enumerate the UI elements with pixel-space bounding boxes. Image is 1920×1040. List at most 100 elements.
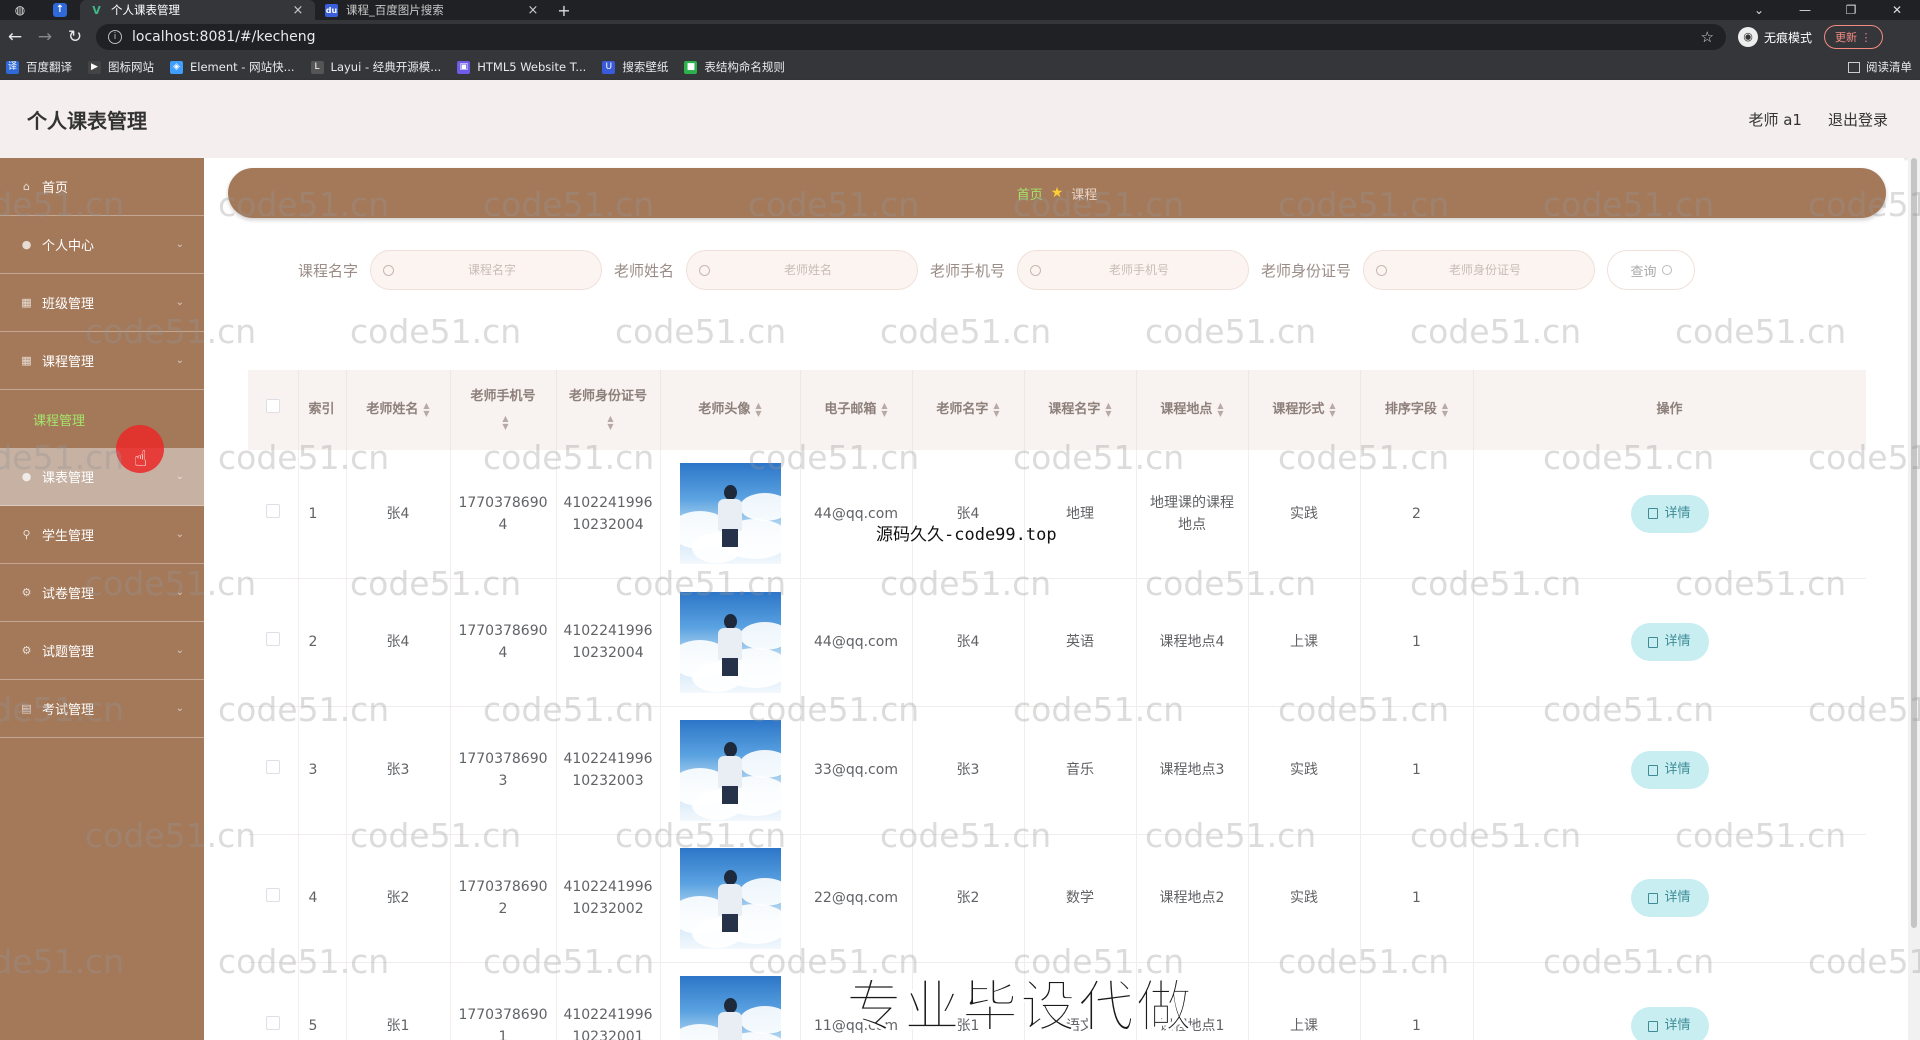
cell-teacher-mingzi: 张4 <box>912 578 1025 706</box>
filter-input[interactable] <box>402 263 583 277</box>
row-checkbox-cell[interactable] <box>248 706 299 834</box>
filter-input[interactable] <box>1049 263 1230 277</box>
update-button[interactable]: 更新 ⋮ <box>1824 25 1883 49</box>
sort-caret-icon[interactable]: ▲ ▼ <box>1105 401 1111 418</box>
reading-list[interactable]: 阅读清单 <box>1848 59 1912 75</box>
breadcrumb-home[interactable]: 首页 <box>1017 184 1043 203</box>
row-checkbox[interactable] <box>265 1016 280 1030</box>
bookmark-item[interactable]: ▣ HTML5 Website T... <box>457 60 586 74</box>
back-icon[interactable]: ← <box>0 22 30 52</box>
filter-input-box[interactable] <box>686 250 919 290</box>
bookmark-item[interactable]: ◈ Element - 网站快... <box>170 59 295 75</box>
sidebar-item[interactable]: ▦ 班级管理 ⌄ <box>0 274 204 332</box>
filter-input-box[interactable] <box>1363 250 1596 290</box>
column-header[interactable]: 课程名字 ▲ ▼ <box>1024 370 1137 450</box>
row-checkbox[interactable] <box>265 760 280 774</box>
sort-caret-icon[interactable]: ▲ ▼ <box>881 401 887 418</box>
browser-tab[interactable]: du 课程_百度图片搜索 × <box>315 0 550 20</box>
sidebar-item-label: 个人中心 <box>42 239 95 254</box>
site-info-icon[interactable]: i <box>108 30 122 44</box>
sort-caret-icon[interactable]: ▲ ▼ <box>1442 401 1448 418</box>
forward-icon[interactable]: → <box>30 22 60 52</box>
sort-caret-icon[interactable]: ▲ ▼ <box>502 414 508 431</box>
filter-label: 老师手机号 <box>930 261 1006 280</box>
filter-input-box[interactable] <box>370 250 603 290</box>
reload-icon[interactable]: ↻ <box>60 22 90 52</box>
cell-index: 1 <box>298 450 347 578</box>
query-button[interactable]: 查询 <box>1607 250 1696 290</box>
close-tab-icon[interactable]: × <box>526 3 540 18</box>
cell-sort: 1 <box>1360 578 1474 706</box>
cell-id-card: 410224199610232004 <box>556 578 661 706</box>
filter-label: 老师姓名 <box>614 261 675 280</box>
tab-search-icon[interactable]: ⌄ <box>1736 3 1782 17</box>
column-header[interactable]: 电子邮箱 ▲ ▼ <box>800 370 913 450</box>
minimize-icon[interactable]: — <box>1782 3 1828 17</box>
detail-button[interactable]: 详情 <box>1630 623 1709 661</box>
sidebar-item[interactable]: ▦ 课程管理 ⌄ <box>0 332 204 390</box>
bookmark-icon: L <box>310 60 324 74</box>
sort-caret-icon[interactable]: ▲ ▼ <box>607 414 613 431</box>
column-header[interactable]: 老师姓名 ▲ ▼ <box>346 370 451 450</box>
column-header[interactable]: 排序字段 ▲ ▼ <box>1360 370 1474 450</box>
sort-caret-icon[interactable]: ▲ ▼ <box>755 401 761 418</box>
logout-link[interactable]: 退出登录 <box>1828 109 1888 130</box>
sort-caret-icon[interactable]: ▲ ▼ <box>993 401 999 418</box>
detail-label: 详情 <box>1664 505 1691 521</box>
sidebar-item[interactable]: ⚙ 试题管理 ⌄ <box>0 622 204 680</box>
bookmark-item[interactable]: 译百度翻译 <box>6 59 72 75</box>
address-bar[interactable]: i localhost:8081/#/kecheng ☆ <box>96 24 1726 50</box>
column-header[interactable]: 老师名字 ▲ ▼ <box>912 370 1025 450</box>
filter-input[interactable] <box>718 263 899 277</box>
column-header[interactable]: 老师头像 ▲ ▼ <box>660 370 801 450</box>
column-header[interactable]: 课程形式 ▲ ▼ <box>1248 370 1361 450</box>
pinned-tab[interactable]: ↑ <box>40 0 80 20</box>
page-scrollbar[interactable] <box>1908 158 1920 1040</box>
filter-input[interactable] <box>1395 263 1576 277</box>
bookmark-item[interactable]: U 搜索壁纸 <box>602 59 668 75</box>
row-checkbox-cell[interactable] <box>248 578 299 706</box>
cell-email-text: 22@qq.com <box>814 890 898 906</box>
close-window-icon[interactable]: ✕ <box>1874 3 1920 17</box>
bookmark-star-icon[interactable]: ☆ <box>1701 28 1714 46</box>
row-checkbox[interactable] <box>265 503 280 518</box>
header-checkbox-cell[interactable] <box>248 370 299 450</box>
bookmark-label: Element - 网站快... <box>190 60 295 74</box>
column-header[interactable]: 课程地点 ▲ ▼ <box>1136 370 1249 450</box>
restore-icon[interactable]: ❐ <box>1828 3 1874 17</box>
row-checkbox[interactable] <box>265 888 280 902</box>
sidebar-item[interactable]: ⚙ 试卷管理 ⌄ <box>0 564 204 622</box>
column-header[interactable]: 老师身份证号 ▲ ▼ <box>556 370 661 450</box>
sort-caret-icon[interactable]: ▲ ▼ <box>1217 401 1223 418</box>
sort-caret-icon[interactable]: ▲ ▼ <box>423 401 429 418</box>
scrollbar-thumb[interactable] <box>1911 158 1917 928</box>
row-checkbox-cell[interactable] <box>248 834 299 962</box>
table-row: 4 张2 17703786902 410224199610232002 22@qq.co… <box>248 834 1866 962</box>
filter-input-box[interactable] <box>1017 250 1250 290</box>
incognito-indicator[interactable]: ◉ 无痕模式 <box>1738 27 1812 47</box>
detail-button[interactable]: 详情 <box>1630 751 1709 789</box>
sort-caret-icon[interactable]: ▲ ▼ <box>1329 401 1335 418</box>
sidebar-item[interactable]: ● 个人中心 ⌄ <box>0 216 204 274</box>
row-checkbox-cell[interactable] <box>248 962 299 1040</box>
select-all-checkbox[interactable] <box>265 399 280 413</box>
row-checkbox-cell[interactable] <box>248 450 299 578</box>
sidebar-item[interactable]: ⚲ 学生管理 ⌄ <box>0 506 204 564</box>
browser-tab-active[interactable]: V 个人课表管理 × <box>80 0 315 20</box>
new-tab-icon[interactable]: + <box>550 0 578 20</box>
sidebar-subitem[interactable]: 课程管理 <box>0 390 204 448</box>
column-header[interactable]: 老师手机号 ▲ ▼ <box>450 370 557 450</box>
close-tab-icon[interactable]: × <box>291 3 305 18</box>
sidebar-item[interactable]: ⌂ 首页 <box>0 158 204 216</box>
sidebar-item[interactable]: ● 课表管理 ⌄ <box>0 448 204 506</box>
detail-button[interactable]: 详情 <box>1630 1007 1709 1040</box>
detail-button[interactable]: 详情 <box>1630 879 1709 917</box>
detail-button[interactable]: 详情 <box>1630 494 1709 533</box>
sidebar-item[interactable]: ▤ 考试管理 ⌄ <box>0 680 204 738</box>
row-checkbox[interactable] <box>265 632 280 646</box>
bookmark-item[interactable]: L Layui - 经典开源模... <box>310 59 441 75</box>
cell-sort-text: 1 <box>1412 762 1421 778</box>
bookmark-item[interactable]: ▶ 图标网站 <box>88 59 154 75</box>
browser-menu-icon[interactable]: ◍ <box>0 0 40 20</box>
bookmark-item[interactable]: ■ 表结构命名规则 <box>684 59 785 75</box>
